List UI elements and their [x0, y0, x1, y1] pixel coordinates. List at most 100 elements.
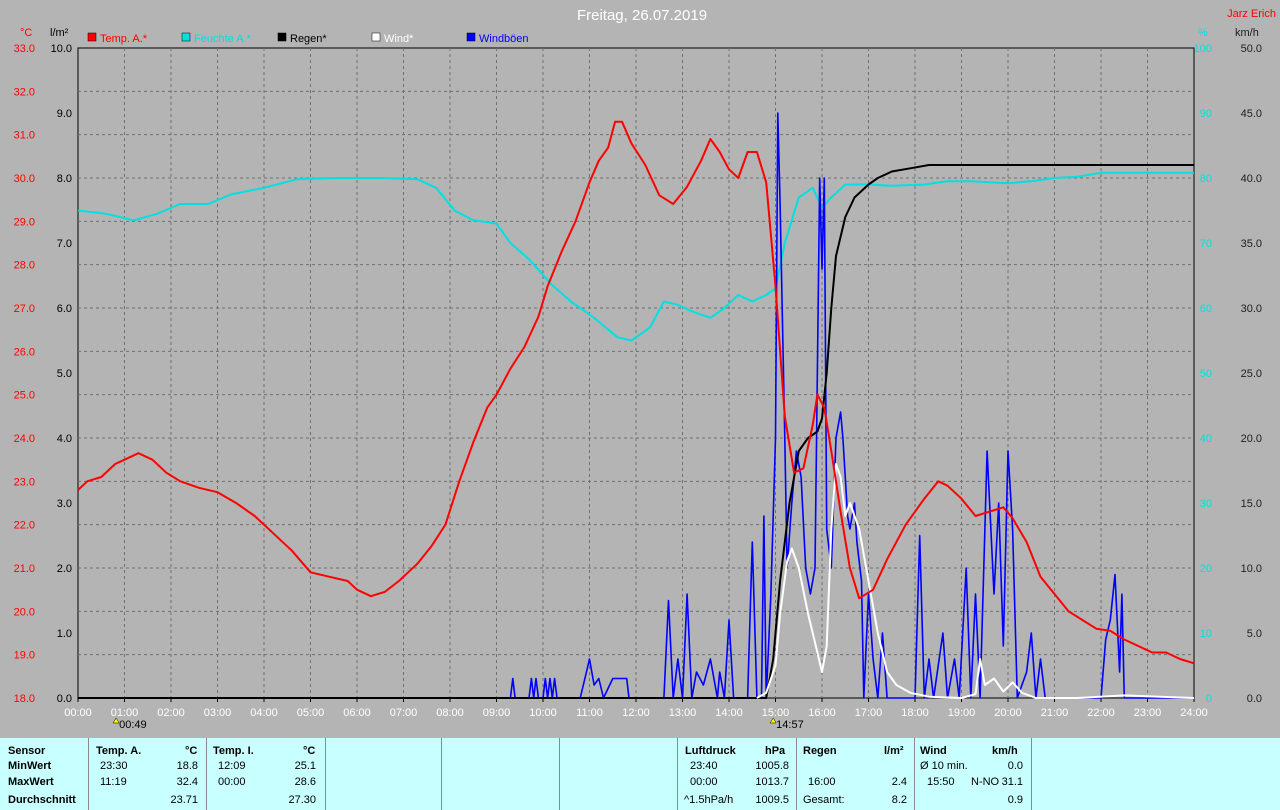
- temp-tick-label: 27.0: [14, 303, 35, 315]
- wind-tick-label: 25.0: [1241, 368, 1262, 380]
- wind-tick-label: 10.0: [1241, 563, 1262, 575]
- time-marker-label: 00:49: [119, 719, 147, 731]
- legend-label: Temp. A.*: [100, 33, 148, 45]
- x-tick-label: 11:00: [576, 707, 603, 719]
- pressure-min-time: 23:40: [690, 760, 718, 772]
- rain-total-val: 8.2: [891, 794, 907, 806]
- x-tick-label: 20:00: [994, 707, 1022, 719]
- wind-tick-label: 0.0: [1247, 693, 1262, 705]
- grid: [77, 47, 1195, 699]
- pressure-tick-label: 70: [1200, 238, 1212, 250]
- sensor-header: Sensor: [8, 745, 46, 757]
- wind-tick-label: 20.0: [1241, 433, 1262, 445]
- rain-tick-label: 8.0: [57, 173, 72, 185]
- legend-label: Windböen: [479, 33, 529, 45]
- legend-label: Feuchte A.*: [194, 33, 252, 45]
- x-tick-label: 21:00: [1041, 707, 1069, 719]
- rain-tick-label: 7.0: [57, 238, 72, 250]
- rain-tick-label: 4.0: [57, 433, 72, 445]
- temp-tick-label: 24.0: [14, 433, 35, 445]
- x-tick-label: 08:00: [436, 707, 464, 719]
- temp-tick-label: 21.0: [14, 563, 35, 575]
- temp-tick-label: 19.0: [14, 650, 35, 662]
- wind-mean-val: 0.9: [1007, 794, 1023, 806]
- pressure-tick-label: 0: [1206, 693, 1212, 705]
- wind-title: Wind: [920, 745, 947, 757]
- wind-tick-label: 50.0: [1241, 43, 1262, 55]
- temp-tick-label: 20.0: [14, 606, 35, 618]
- temp-tick-label: 28.0: [14, 260, 35, 272]
- wind-tick-label: 40.0: [1241, 173, 1262, 185]
- rain-tick-label: 0.0: [57, 693, 72, 705]
- weather-chart: Freitag, 26.07.2019 Jarz Erich 00:00 01:0…: [14, 7, 1276, 731]
- temp-tick-label: 22.0: [14, 520, 35, 532]
- temp-a-unit: °C: [185, 745, 198, 757]
- wind-tick-label: 5.0: [1247, 628, 1262, 640]
- pressure-tick-label: 20: [1200, 563, 1212, 575]
- temp-i-min-time: 12:09: [218, 760, 246, 772]
- pressure-trend-val: 1009.5: [755, 794, 789, 806]
- temp-i-max-val: 28.6: [294, 776, 316, 788]
- wind-avg-label: Ø 10 min.: [920, 760, 968, 772]
- x-tick-label: 04:00: [250, 707, 278, 719]
- rain-unit: l/m²: [884, 745, 904, 757]
- wind-max-time: 15:50: [927, 776, 955, 788]
- temp-a-avg: 23.71: [170, 794, 198, 806]
- x-tick-label: 01:00: [111, 707, 139, 719]
- wind-max-val: 31.1: [1001, 776, 1023, 788]
- pressure-unit: hPa: [765, 745, 786, 757]
- temp-tick-label: 23.0: [14, 476, 35, 488]
- x-tick-label: 23:00: [1134, 707, 1162, 719]
- wind-avg-val: 0.0: [1007, 760, 1023, 772]
- author-label: Jarz Erich: [1227, 8, 1276, 20]
- temp-tick-label: 32.0: [14, 86, 35, 98]
- rain-tick-label: 1.0: [57, 628, 72, 640]
- legend-swatch: [277, 32, 287, 42]
- wind-axis-unit: km/h: [1235, 27, 1259, 39]
- pressure-tick-label: 60: [1200, 303, 1212, 315]
- temp-axis-unit: °C: [20, 27, 32, 39]
- temp-tick-label: 33.0: [14, 43, 35, 55]
- temp-a-min-time: 23:30: [100, 760, 128, 772]
- temp-i-max-time: 00:00: [218, 776, 246, 788]
- temp-i-title: Temp. I.: [213, 745, 254, 757]
- x-tick-label: 10:00: [529, 707, 557, 719]
- rain-max-val: 2.4: [891, 776, 907, 788]
- rain-tick-label: 3.0: [57, 498, 72, 510]
- rain-axis-unit: l/m²: [50, 27, 69, 39]
- row-label-avg: Durchschnitt: [8, 794, 76, 806]
- x-tick-label: 24:00: [1180, 707, 1208, 719]
- x-tick-label: 15:00: [762, 707, 790, 719]
- temp-a-title: Temp. A.: [96, 745, 142, 757]
- x-tick-label: 12:00: [622, 707, 650, 719]
- pressure-tick-label: 10: [1200, 628, 1212, 640]
- x-tick-label: 18:00: [901, 707, 929, 719]
- legend-label: Regen*: [290, 33, 327, 45]
- rain-tick-label: 5.0: [57, 368, 72, 380]
- legend-label: Wind*: [384, 33, 414, 45]
- temp-tick-label: 25.0: [14, 390, 35, 402]
- legend-swatch: [181, 32, 191, 42]
- pressure-trend-label: ^1.5hPa/h: [684, 794, 734, 806]
- legend-swatch: [466, 32, 476, 42]
- legend-swatch: [371, 32, 381, 42]
- x-tick-label: 09:00: [483, 707, 511, 719]
- chart-title: Freitag, 26.07.2019: [577, 7, 707, 24]
- rain-title: Regen: [803, 745, 837, 757]
- x-tick-label: 16:00: [808, 707, 836, 719]
- legend: Temp. A.* Feuchte A.* Regen* Wind* Windböen: [87, 32, 529, 45]
- rain-total-label: Gesamt:: [803, 794, 845, 806]
- temp-i-unit: °C: [303, 745, 316, 757]
- time-marker-label: 14:57: [776, 719, 804, 731]
- wind-tick-label: 45.0: [1241, 108, 1262, 120]
- pressure-tick-label: 30: [1200, 498, 1212, 510]
- temp-a-max-time: 11:19: [100, 776, 127, 788]
- pressure-tick-label: 80: [1200, 173, 1212, 185]
- wind-tick-label: 35.0: [1241, 238, 1262, 250]
- temp-tick-label: 18.0: [14, 693, 35, 705]
- pressure-tick-label: 90: [1200, 108, 1212, 120]
- rain-tick-label: 2.0: [57, 563, 72, 575]
- row-label-max: MaxWert: [8, 776, 54, 788]
- rain-max-time: 16:00: [808, 776, 836, 788]
- x-tick-label: 14:00: [715, 707, 743, 719]
